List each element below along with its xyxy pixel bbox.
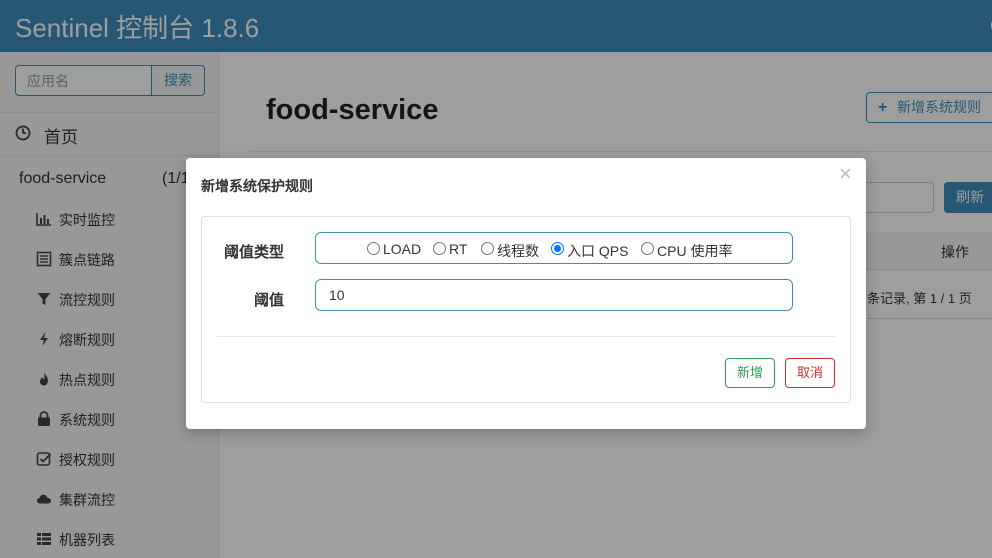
radio-button[interactable]	[641, 242, 654, 255]
radio-button[interactable]	[367, 242, 380, 255]
radio-button[interactable]	[481, 242, 494, 255]
rule-form-panel: 阈值类型 LOAD RT 线程数 入口 QPS CPU 使用率 阈值 新增 取消	[201, 216, 851, 403]
radio-inbound-qps[interactable]: 入口 QPS	[551, 241, 629, 259]
threshold-type-label: 阈值类型	[224, 244, 285, 261]
radio-thread-count[interactable]: 线程数	[481, 241, 539, 259]
radio-label: CPU 使用率	[657, 243, 733, 259]
radio-label: 线程数	[497, 243, 539, 259]
radio-label: 入口 QPS	[567, 243, 629, 259]
radio-button[interactable]	[433, 242, 446, 255]
form-divider	[217, 336, 835, 337]
cancel-button[interactable]: 取消	[785, 358, 835, 388]
radio-label: LOAD	[383, 241, 422, 257]
radio-rt[interactable]: RT	[433, 241, 467, 257]
radio-button-checked[interactable]	[551, 242, 564, 255]
close-icon[interactable]: ×	[839, 161, 852, 187]
add-button[interactable]: 新增	[725, 358, 775, 388]
threshold-label: 阈值	[254, 292, 285, 309]
add-system-rule-dialog: 新增系统保护规则 × 阈值类型 LOAD RT 线程数 入口 QPS CPU 使…	[186, 158, 866, 429]
radio-cpu-usage[interactable]: CPU 使用率	[641, 241, 733, 259]
threshold-type-radio-group: LOAD RT 线程数 入口 QPS CPU 使用率	[315, 232, 793, 264]
dialog-title: 新增系统保护规则	[201, 178, 313, 194]
radio-load[interactable]: LOAD	[367, 241, 421, 257]
radio-label: RT	[449, 241, 468, 257]
threshold-value-input[interactable]	[315, 279, 793, 311]
